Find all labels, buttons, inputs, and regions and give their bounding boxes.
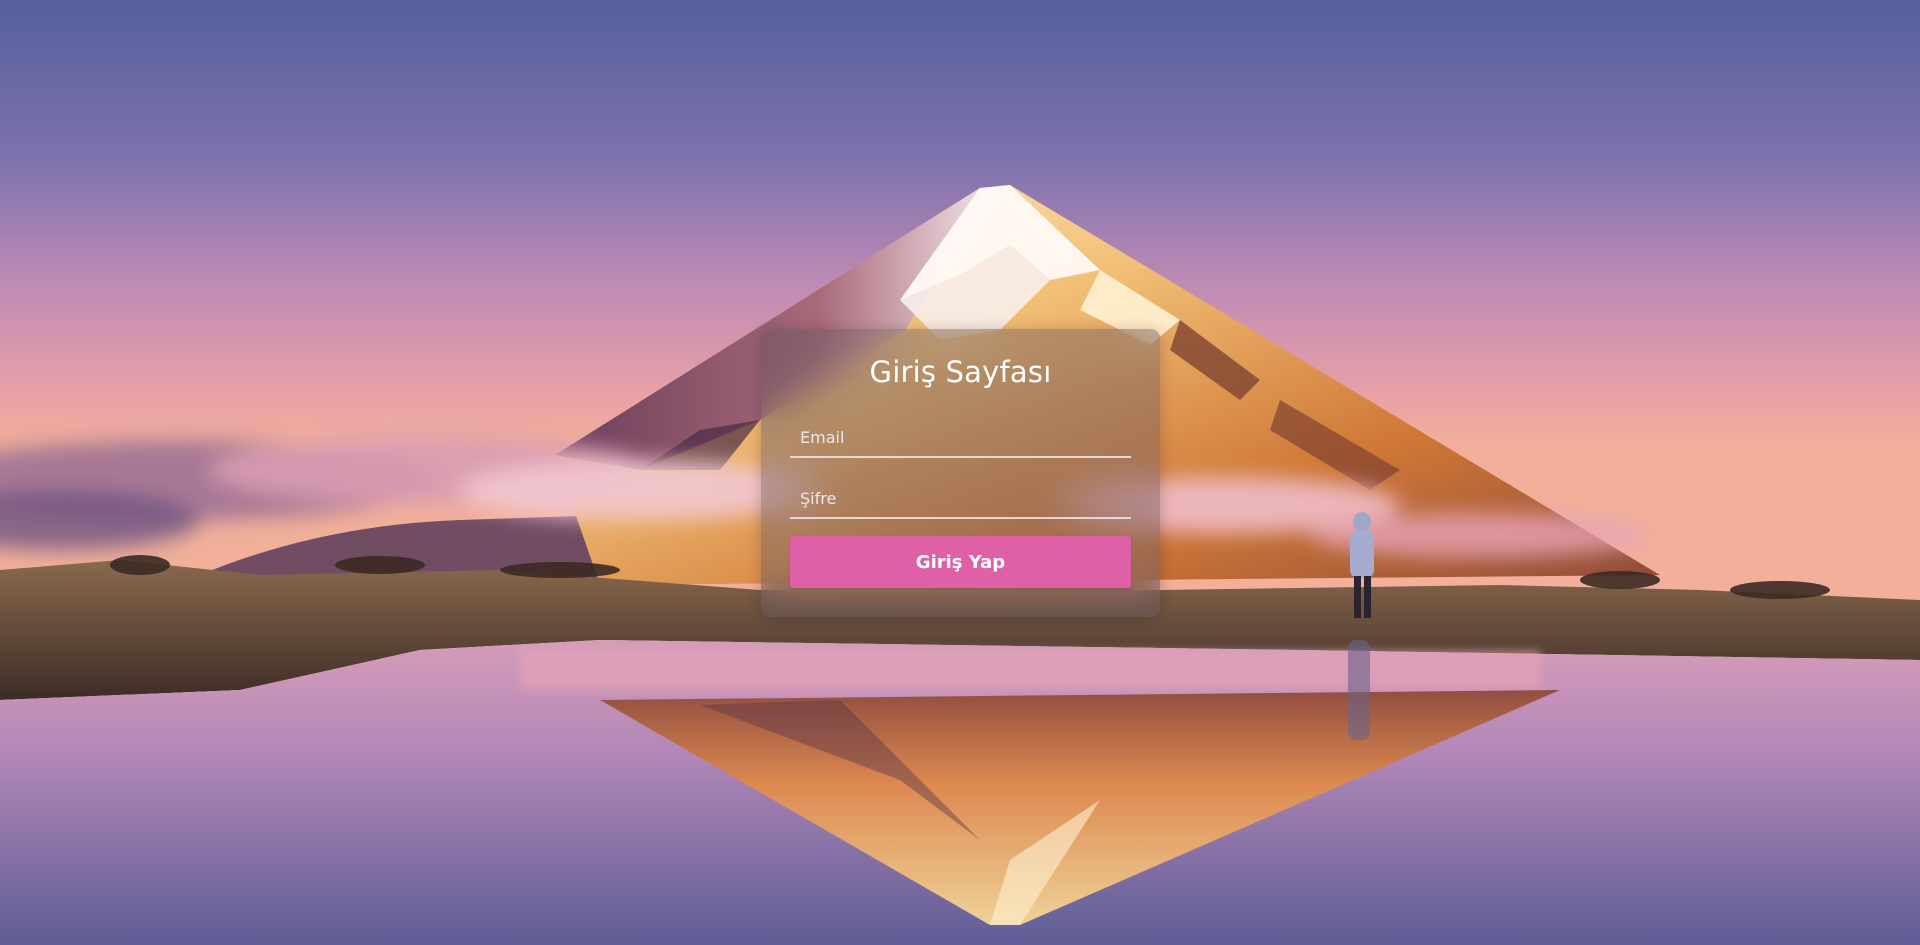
email-field[interactable] [790, 418, 1131, 458]
password-field[interactable] [790, 479, 1131, 519]
page-title: Giriş Sayfası [869, 355, 1052, 389]
login-card: Giriş Sayfası Giriş Yap [761, 329, 1160, 617]
login-button[interactable]: Giriş Yap [790, 536, 1131, 588]
